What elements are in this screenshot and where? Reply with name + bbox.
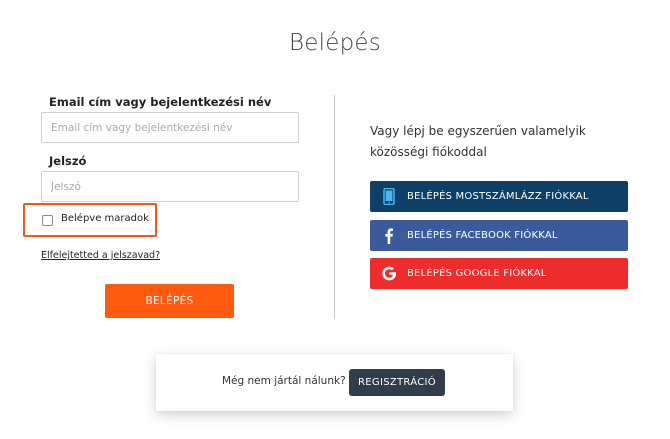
remember-me-label[interactable]: Belépve maradok [61, 213, 149, 224]
remember-me-checkbox[interactable] [42, 215, 53, 226]
mostszamlazz-login-label: BELÉPÉS MOSTSZÁMLÁZZ FIÓKKAL [407, 191, 589, 202]
email-field[interactable] [41, 112, 299, 143]
page-title: Belépés [289, 30, 381, 56]
google-icon [381, 265, 397, 282]
social-intro-text: Vagy lépj be egyszerűen valamelyik közös… [370, 124, 586, 159]
registration-prompt: Még nem jártál nálunk? [222, 375, 346, 387]
mostszamlazz-login-button[interactable]: BELÉPÉS MOSTSZÁMLÁZZ FIÓKKAL [370, 181, 628, 212]
column-divider [334, 95, 335, 319]
facebook-icon [381, 227, 397, 244]
facebook-login-button[interactable]: BELÉPÉS FACEBOOK FIÓKKAL [370, 220, 628, 251]
remember-me-highlight: Belépve maradok [23, 203, 157, 237]
login-button[interactable]: BELÉPÉS [105, 284, 234, 318]
facebook-login-label: BELÉPÉS FACEBOOK FIÓKKAL [407, 230, 558, 241]
forgot-password-link[interactable]: Elfelejtetted a jelszavad? [41, 250, 160, 261]
register-button[interactable]: REGISZTRÁCIÓ [349, 369, 445, 396]
password-label: Jelszó [49, 154, 87, 168]
registration-panel: Még nem jártál nálunk? REGISZTRÁCIÓ [156, 354, 513, 411]
google-login-label: BELÉPÉS GOOGLE FIÓKKAL [407, 268, 547, 279]
password-field[interactable] [41, 171, 299, 202]
phone-icon [381, 187, 397, 206]
email-label: Email cím vagy bejelentkezési név [49, 95, 272, 109]
google-login-button[interactable]: BELÉPÉS GOOGLE FIÓKKAL [370, 258, 628, 289]
